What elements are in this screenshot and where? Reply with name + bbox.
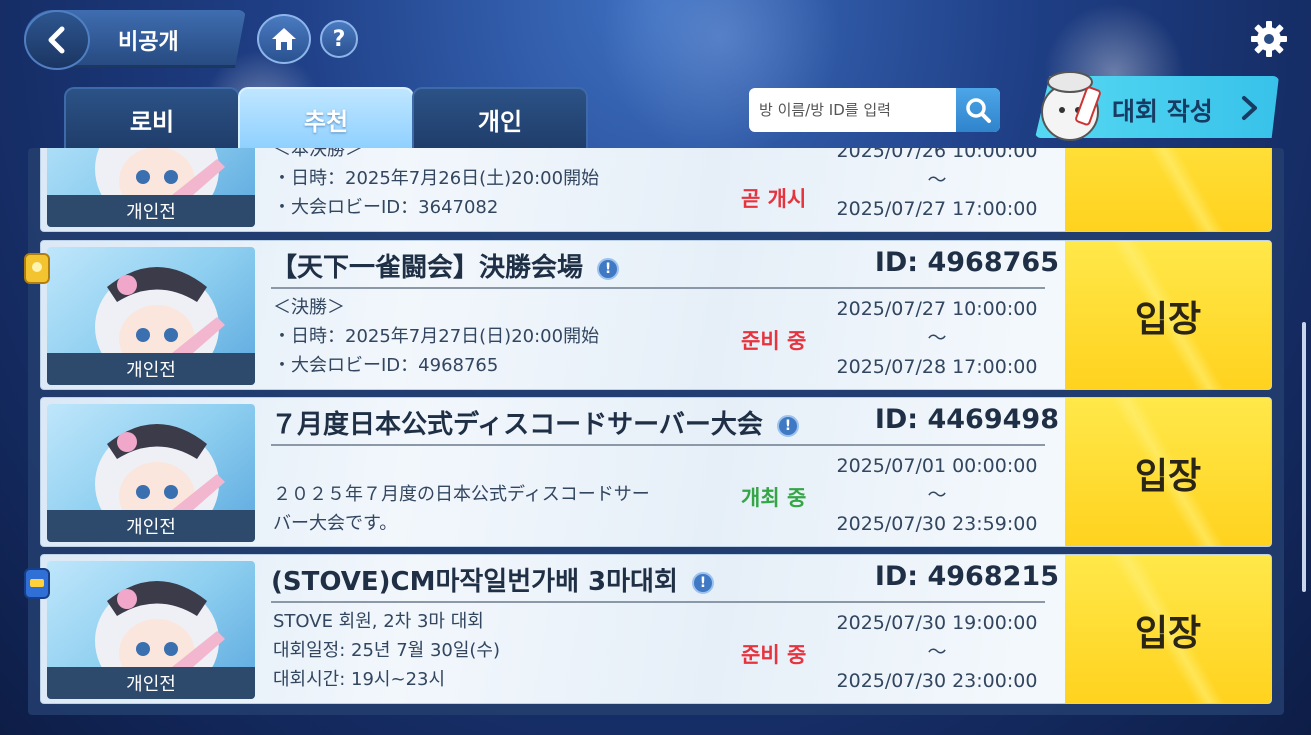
gold-badge-icon: [24, 253, 50, 284]
room-description: STOVE 회원, 2차 3마 대회 대회일정: 25년 7월 30일(수) 대…: [273, 607, 500, 694]
room-type-label: 개인전: [47, 510, 255, 542]
start-time: 2025/07/01 00:00:00: [836, 455, 1038, 477]
search-input[interactable]: [749, 88, 956, 132]
room-schedule: 2025/07/27 10:00:00 〜 2025/07/28 17:00:0…: [827, 295, 1047, 382]
room-id: ID: 4968765: [874, 247, 1059, 278]
room-list[interactable]: 개인전 ＜本決勝＞ ・日時：2025年7月26日(土)20:00開始 ・大会ロビ…: [28, 148, 1284, 715]
room-row[interactable]: 개인전 ＜本決勝＞ ・日時：2025年7月26日(土)20:00開始 ・大会ロビ…: [40, 148, 1272, 232]
tilde: 〜: [927, 327, 947, 349]
scrollbar[interactable]: [1302, 322, 1306, 592]
end-time: 2025/07/28 17:00:00: [836, 356, 1038, 378]
description-line: 대회일정: 25년 7월 30일(수): [273, 640, 501, 661]
create-tournament-label: 대회 작성: [1112, 97, 1213, 126]
end-time: 2025/07/30 23:00:00: [836, 670, 1038, 692]
blue-badge-icon: [24, 568, 50, 599]
mascot-icon: [1041, 71, 1101, 141]
description-line: ・日時：2025年7月27日(日)20:00開始: [273, 326, 600, 347]
enter-button[interactable]: 입장: [1065, 148, 1271, 231]
room-schedule: 2025/07/01 00:00:00 〜 2025/07/30 23:59:0…: [827, 452, 1047, 539]
status-badge: 준비 중: [741, 329, 807, 353]
end-time: 2025/07/30 23:59:00: [836, 513, 1038, 535]
home-icon: [272, 28, 296, 50]
enter-button[interactable]: 입장: [1065, 241, 1271, 389]
search-icon: [966, 98, 991, 123]
enter-label: 입장: [1134, 299, 1202, 340]
info-icon[interactable]: !: [597, 257, 620, 280]
question-icon: ?: [332, 26, 346, 52]
back-button[interactable]: [24, 10, 90, 70]
tilde: 〜: [927, 484, 947, 506]
status-badge: 준비 중: [741, 643, 807, 667]
room-title: 【天下一雀闘会】決勝会場!: [271, 247, 620, 284]
room-thumbnail: 개인전: [47, 148, 255, 227]
info-icon[interactable]: !: [776, 414, 799, 437]
description-line: ＜本決勝＞: [273, 148, 363, 160]
room-type-label: 개인전: [47, 195, 255, 227]
help-button[interactable]: ?: [320, 20, 358, 58]
description-line: ・大会ロビーID：3647082: [273, 197, 499, 218]
room-id: ID: 4968215: [874, 561, 1059, 592]
start-time: 2025/07/30 19:00:00: [836, 612, 1038, 634]
enter-button[interactable]: 입장: [1065, 555, 1271, 703]
end-time: 2025/07/27 17:00:00: [836, 198, 1038, 220]
room-description: ２０２５年７月度の日本公式ディスコードサー バー大会です。: [273, 480, 650, 538]
page-title: 비공개: [118, 30, 179, 55]
enter-button[interactable]: 입장: [1065, 398, 1271, 546]
room-row[interactable]: 개인전 ７月度日本公式ディスコードサーバー大会! ID: 4469498 ２０２…: [40, 397, 1272, 547]
room-row[interactable]: 개인전 【天下一雀闘会】決勝会場! ID: 4968765 ＜決勝＞ ・日時：2…: [40, 240, 1272, 390]
room-schedule: 2025/07/30 19:00:00 〜 2025/07/30 23:00:0…: [827, 609, 1047, 696]
description-line: 대회시간: 19시~23시: [273, 669, 446, 690]
start-time: 2025/07/26 10:00:00: [836, 148, 1038, 162]
divider: [271, 444, 1045, 446]
settings-button[interactable]: [1248, 18, 1290, 60]
gear-icon: [1251, 21, 1287, 57]
room-id: ID: 4469498: [874, 404, 1059, 435]
room-description: ＜決勝＞ ・日時：2025年7月27日(日)20:00開始 ・大会ロビーID：4…: [273, 293, 599, 380]
room-row[interactable]: 개인전 (STOVE)CM마작일번가배 3마대회! ID: 4968215 ST…: [40, 554, 1272, 704]
home-button[interactable]: [257, 14, 311, 64]
room-thumbnail: 개인전: [47, 404, 255, 542]
tab-label: 로비: [129, 107, 175, 136]
chevron-left-icon: [48, 26, 65, 54]
search-button[interactable]: [956, 88, 1000, 132]
description-line: バー大会です。: [273, 513, 398, 534]
status-badge: 곧 개시: [741, 187, 807, 211]
tilde: 〜: [927, 169, 947, 191]
chevron-right-icon: [1242, 96, 1257, 120]
tab-label: 개인: [477, 107, 523, 136]
description-line: ・大会ロビーID：4968765: [273, 355, 499, 376]
description-line: ＜決勝＞: [273, 297, 345, 318]
tab-lobby[interactable]: 로비: [64, 87, 240, 149]
description-line: STOVE 회원, 2차 3마 대회: [273, 611, 484, 632]
divider: [271, 287, 1045, 289]
room-type-label: 개인전: [47, 353, 255, 385]
divider: [271, 601, 1045, 603]
room-schedule: 2025/07/26 10:00:00 〜 2025/07/27 17:00:0…: [827, 148, 1047, 224]
description-line: ２０２５年７月度の日本公式ディスコードサー: [273, 484, 650, 505]
description-line: ・日時：2025年7月26日(土)20:00開始: [273, 168, 600, 189]
room-title: (STOVE)CM마작일번가배 3마대회!: [271, 561, 714, 598]
start-time: 2025/07/27 10:00:00: [836, 298, 1038, 320]
room-title-text: 【天下一雀闘会】決勝会場: [271, 253, 584, 283]
room-title-text: ７月度日本公式ディスコードサーバー大会: [271, 410, 763, 440]
tilde: 〜: [927, 641, 947, 663]
tab-label: 추천: [303, 107, 349, 136]
tab-personal[interactable]: 개인: [412, 87, 588, 149]
enter-label: 입장: [1134, 613, 1202, 654]
room-thumbnail: 개인전: [47, 247, 255, 385]
room-thumbnail: 개인전: [47, 561, 255, 699]
info-icon[interactable]: !: [691, 571, 714, 594]
room-title-text: (STOVE)CM마작일번가배 3마대회: [271, 567, 678, 597]
room-title: ７月度日本公式ディスコードサーバー大会!: [271, 404, 799, 441]
room-type-label: 개인전: [47, 667, 255, 699]
tab-recommended[interactable]: 추천: [238, 87, 414, 149]
search-bar: [749, 88, 1000, 132]
room-description: ＜本決勝＞ ・日時：2025年7月26日(土)20:00開始 ・大会ロビーID：…: [273, 148, 599, 222]
enter-label: 입장: [1135, 148, 1201, 149]
enter-label: 입장: [1134, 456, 1202, 497]
status-badge: 개최 중: [741, 486, 807, 510]
